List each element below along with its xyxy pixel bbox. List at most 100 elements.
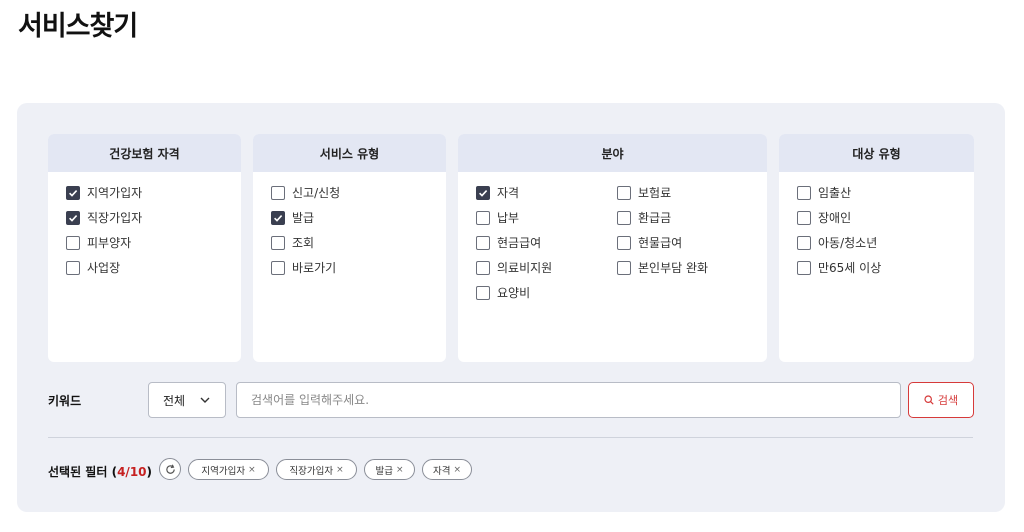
- keyword-search-input[interactable]: [236, 382, 901, 418]
- selected-max: 10: [129, 465, 147, 479]
- filter-option-label: 임출산: [818, 186, 852, 200]
- selected-filter-chip[interactable]: 직장가입자 ×: [276, 459, 357, 480]
- chip-remove-icon[interactable]: ×: [336, 465, 344, 475]
- filter-option-label: 자격: [497, 186, 520, 200]
- filter-box-eligibility: 건강보험 자격 지역가입자직장가입자피부양자사업장: [48, 134, 241, 362]
- filter-option[interactable]: 장애인: [797, 209, 851, 226]
- filter-option[interactable]: 지역가입자: [66, 184, 142, 201]
- search-button[interactable]: 검색: [908, 382, 974, 418]
- filter-header-field: 분야: [458, 134, 767, 172]
- filter-option[interactable]: 납부: [476, 209, 519, 226]
- checkbox[interactable]: [797, 260, 811, 275]
- checkbox[interactable]: [476, 185, 490, 200]
- filter-option-label: 현금급여: [497, 236, 542, 250]
- filter-option-label: 지역가입자: [87, 186, 143, 200]
- checkbox[interactable]: [476, 210, 490, 225]
- filter-option[interactable]: 현물급여: [617, 234, 682, 251]
- filter-option-label: 장애인: [818, 211, 852, 225]
- filter-box-field: 분야 자격 보험료납부 환급금현금급여 현물급여의료비지원 본인부담 완화요양비: [458, 134, 767, 362]
- filter-option[interactable]: 신고/신청: [271, 184, 340, 201]
- filter-option-label: 조회: [292, 236, 315, 250]
- selected-filters-title: 선택된 필터: [48, 465, 108, 479]
- filter-option-label: 발급: [292, 211, 315, 225]
- filter-box-target-type: 대상 유형 임출산장애인아동/청소년만65세 이상: [779, 134, 974, 362]
- search-icon: [924, 395, 934, 405]
- chevron-down-icon: [200, 397, 210, 403]
- filter-option[interactable]: 자격: [476, 184, 519, 201]
- reset-filters-button[interactable]: [159, 458, 181, 480]
- checkbox[interactable]: [66, 235, 80, 250]
- filter-option[interactable]: 사업장: [66, 259, 120, 276]
- filter-header-eligibility: 건강보험 자격: [48, 134, 241, 172]
- filter-option-label: 본인부담 완화: [638, 261, 709, 275]
- checkbox[interactable]: [476, 260, 490, 275]
- chip-remove-icon[interactable]: ×: [248, 465, 256, 475]
- checkbox[interactable]: [617, 210, 631, 225]
- filter-header-service-type: 서비스 유형: [253, 134, 446, 172]
- filter-option[interactable]: 환급금: [617, 209, 671, 226]
- selected-filter-chip[interactable]: 자격 ×: [422, 459, 472, 480]
- search-button-label: 검색: [937, 394, 959, 407]
- filter-option[interactable]: 의료비지원: [476, 259, 552, 276]
- checkbox[interactable]: [476, 235, 490, 250]
- checkbox[interactable]: [797, 185, 811, 200]
- selected-filters-label: 선택된 필터 (4/10): [48, 465, 152, 479]
- checkbox[interactable]: [271, 210, 285, 225]
- keyword-label: 키워드: [48, 394, 82, 408]
- keyword-scope-select[interactable]: 전체: [148, 382, 226, 418]
- filter-option-label: 만65세 이상: [818, 261, 882, 275]
- checkbox[interactable]: [66, 210, 80, 225]
- filter-option-label: 요양비: [497, 286, 531, 300]
- checkbox[interactable]: [271, 235, 285, 250]
- filter-option[interactable]: 요양비: [476, 284, 530, 301]
- checkbox[interactable]: [617, 185, 631, 200]
- check-icon: [479, 189, 488, 197]
- filter-option[interactable]: 직장가입자: [66, 209, 142, 226]
- filter-option-label: 의료비지원: [497, 261, 553, 275]
- filter-option-label: 현물급여: [638, 236, 683, 250]
- filter-option[interactable]: 만65세 이상: [797, 259, 881, 276]
- refresh-icon: [165, 463, 175, 474]
- checkbox[interactable]: [271, 260, 285, 275]
- filter-option-label: 환급금: [638, 211, 672, 225]
- filter-option[interactable]: 보험료: [617, 184, 671, 201]
- filter-option[interactable]: 바로가기: [271, 259, 336, 276]
- filter-option-label: 납부: [497, 211, 520, 225]
- filter-option-label: 직장가입자: [87, 211, 143, 225]
- checkbox[interactable]: [797, 235, 811, 250]
- checkbox[interactable]: [617, 235, 631, 250]
- filter-header-target-type: 대상 유형: [779, 134, 974, 172]
- check-icon: [69, 214, 78, 222]
- filter-option[interactable]: 아동/청소년: [797, 234, 877, 251]
- chip-label: 자격: [432, 465, 451, 477]
- chip-label: 직장가입자: [289, 465, 334, 477]
- page-title: 서비스찾기: [18, 11, 138, 42]
- selected-filter-count: 4/10: [117, 465, 147, 479]
- search-filter-panel: 건강보험 자격 지역가입자 직장가입자 피부양자 사업장 서비스 유형 신고/신청 발급…: [17, 103, 1005, 512]
- section-divider: [48, 437, 973, 438]
- filter-option[interactable]: 임출산: [797, 184, 851, 201]
- filter-option[interactable]: 현금급여: [476, 234, 541, 251]
- checkbox[interactable]: [66, 185, 80, 200]
- keyword-scope-value: 전체: [163, 393, 186, 408]
- chip-remove-icon[interactable]: ×: [396, 465, 404, 475]
- checkbox[interactable]: [797, 210, 811, 225]
- filter-option-label: 아동/청소년: [818, 236, 878, 250]
- filter-option[interactable]: 본인부담 완화: [617, 259, 708, 276]
- check-icon: [274, 214, 283, 222]
- selected-count: 4: [117, 465, 126, 479]
- filter-box-service-type: 서비스 유형 신고/신청발급조회바로가기: [253, 134, 446, 362]
- filter-option-label: 보험료: [638, 186, 672, 200]
- checkbox[interactable]: [617, 260, 631, 275]
- chip-remove-icon[interactable]: ×: [453, 465, 461, 475]
- filter-option[interactable]: 피부양자: [66, 234, 131, 251]
- selected-filter-chip[interactable]: 발급 ×: [364, 459, 415, 480]
- checkbox[interactable]: [271, 185, 285, 200]
- checkbox[interactable]: [66, 260, 80, 275]
- filter-option-label: 피부양자: [87, 236, 132, 250]
- filter-option-label: 바로가기: [292, 261, 337, 275]
- checkbox[interactable]: [476, 285, 490, 300]
- filter-option[interactable]: 발급: [271, 209, 314, 226]
- filter-option[interactable]: 조회: [271, 234, 314, 251]
- selected-filter-chip[interactable]: 지역가입자 ×: [188, 459, 269, 480]
